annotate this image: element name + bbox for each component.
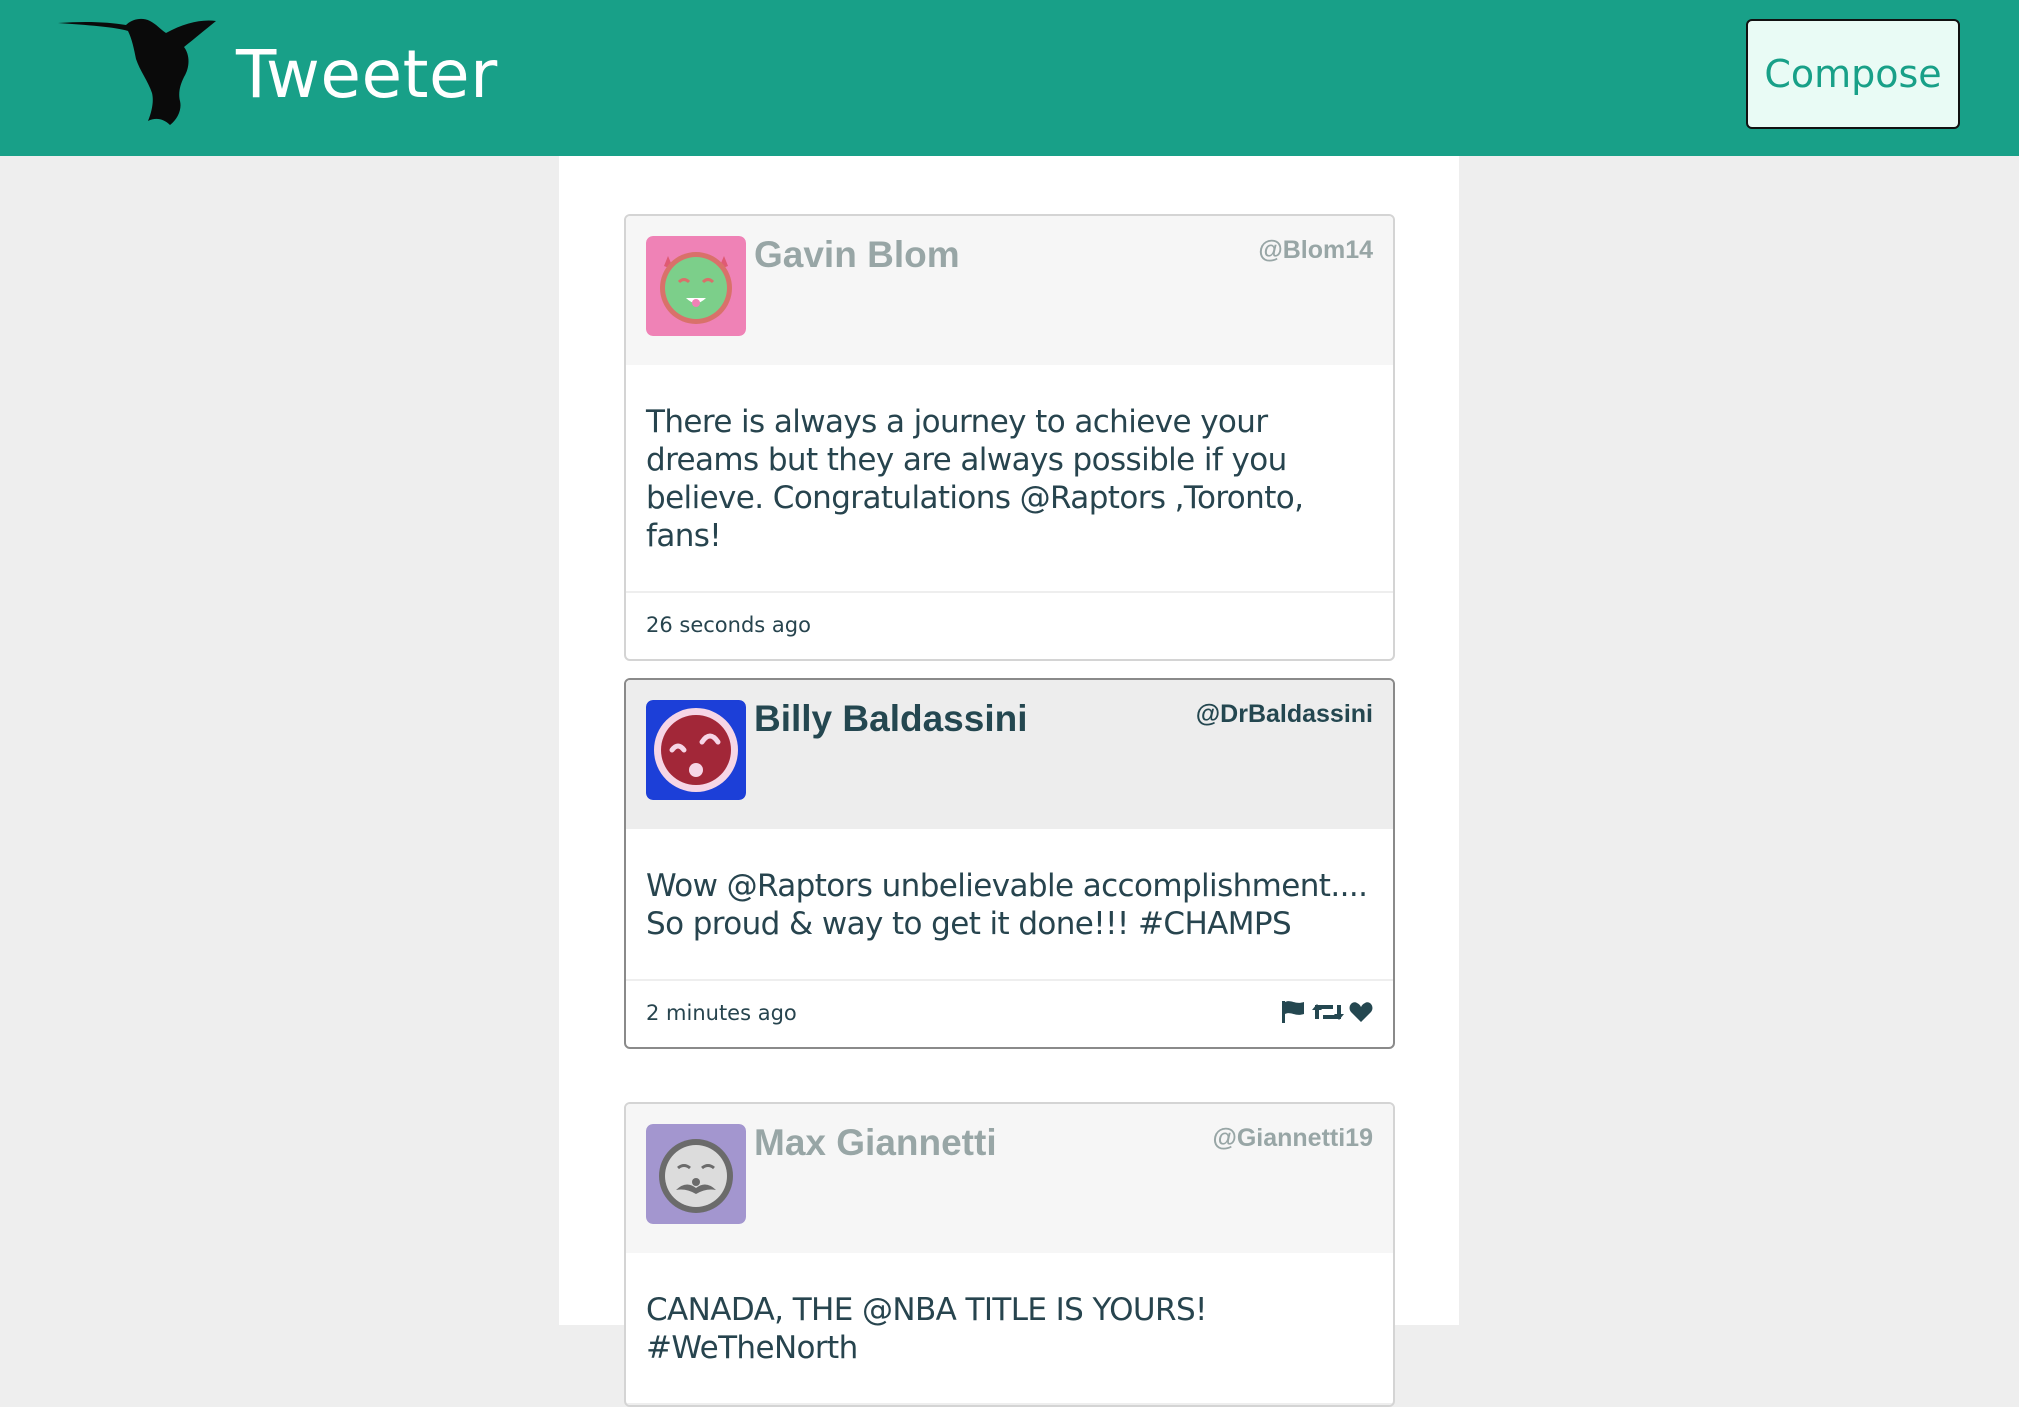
tweet-author-handle: @Blom14 <box>1258 236 1373 264</box>
tweet-author-name: Billy Baldassini <box>754 698 1028 739</box>
tweet-card: Billy Baldassini @DrBaldassini Wow @Rapt… <box>624 678 1395 1049</box>
top-navbar: Tweeter Compose <box>0 0 2019 156</box>
tweet-timestamp: 26 seconds ago <box>646 613 811 637</box>
tweet-card: Max Giannetti @Giannetti19 CANADA, THE @… <box>624 1102 1395 1407</box>
tweet-header: Max Giannetti @Giannetti19 <box>626 1104 1393 1253</box>
tweet-card: Gavin Blom @Blom14 There is always a jou… <box>624 214 1395 661</box>
tweet-avatar[interactable] <box>646 1124 746 1224</box>
tweet-avatar[interactable] <box>646 700 746 800</box>
tweet-feed: Gavin Blom @Blom14 There is always a jou… <box>559 156 1459 1407</box>
tweet-timestamp: 2 minutes ago <box>646 1001 797 1025</box>
brand-title: Tweeter <box>236 36 498 113</box>
tweet-avatar[interactable] <box>646 236 746 336</box>
tweet-content: There is always a journey to achieve you… <box>626 365 1393 593</box>
tweet-header: Billy Baldassini @DrBaldassini <box>626 680 1393 829</box>
tweet-author-name: Gavin Blom <box>754 234 960 275</box>
tweet-footer: 26 seconds ago <box>626 593 1393 659</box>
tweet-footer: 2 minutes ago <box>626 981 1393 1047</box>
tweet-author-name: Max Giannetti <box>754 1122 997 1163</box>
tweet-author-handle: @Giannetti19 <box>1212 1124 1373 1152</box>
tweet-content: CANADA, THE @NBA TITLE IS YOURS! #WeTheN… <box>626 1253 1393 1405</box>
hummingbird-logo-icon <box>58 18 216 126</box>
retweet-icon[interactable] <box>1311 999 1345 1025</box>
tweet-author-handle: @DrBaldassini <box>1195 700 1373 728</box>
tweet-actions <box>1279 999 1373 1025</box>
compose-button[interactable]: Compose <box>1746 19 1960 129</box>
tweet-header: Gavin Blom @Blom14 <box>626 216 1393 365</box>
flag-icon[interactable] <box>1279 999 1307 1025</box>
tweet-content: Wow @Raptors unbelievable accomplishment… <box>626 829 1393 981</box>
heart-icon[interactable] <box>1349 999 1373 1025</box>
